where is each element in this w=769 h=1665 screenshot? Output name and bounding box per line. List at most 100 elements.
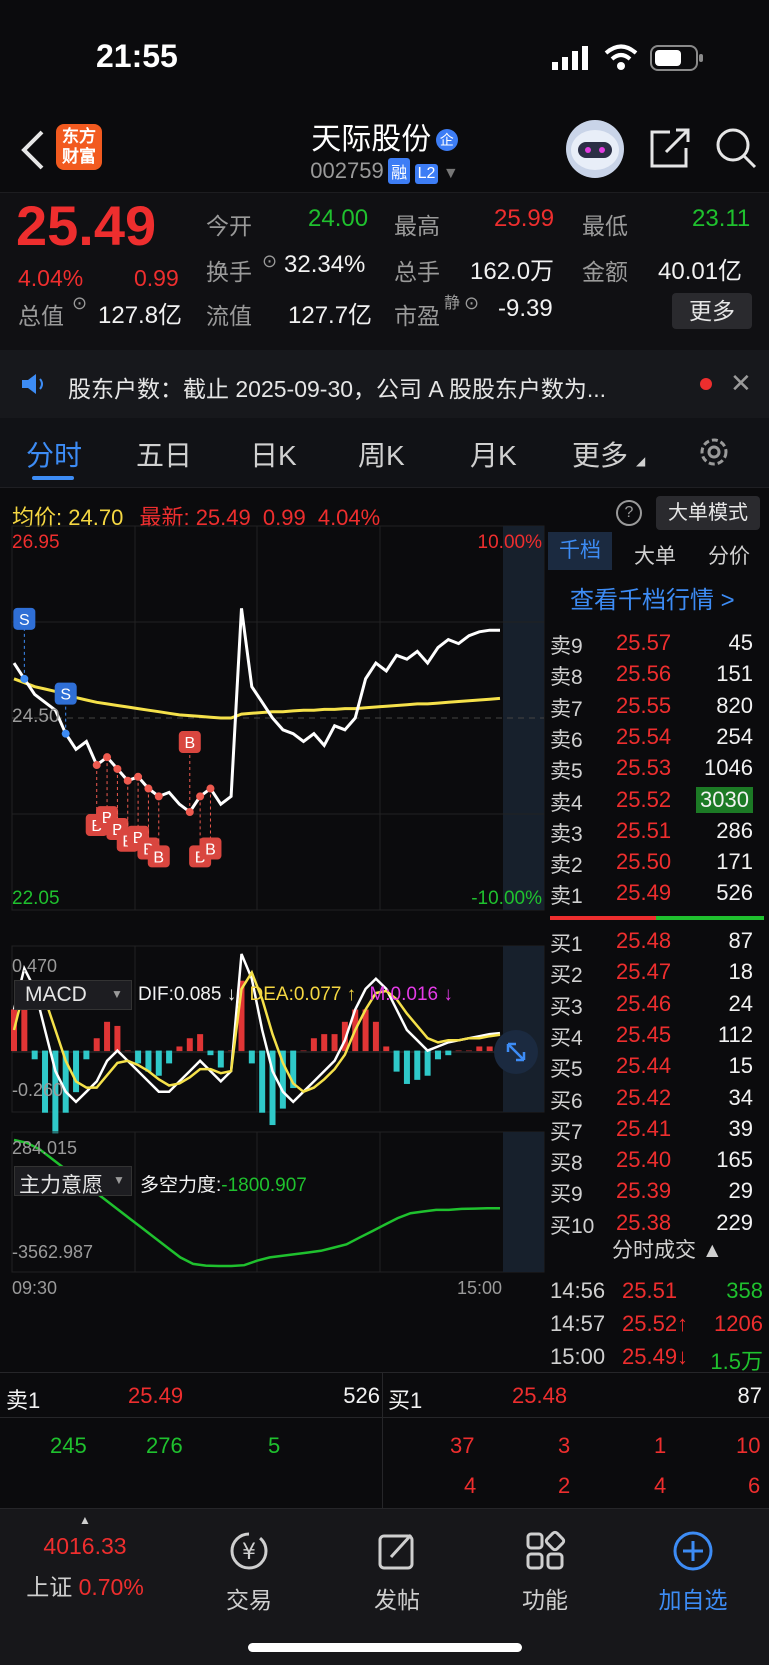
macd-bar (104, 1021, 111, 1052)
unread-dot (700, 378, 712, 390)
buy-marker-label: B (205, 842, 216, 859)
tab-more[interactable]: 更多 (572, 434, 628, 474)
dropdown-caret-icon: ▼ (111, 987, 123, 1001)
notice-bar[interactable]: 股东户数：截止 2025-09-30，公司 A 股股东户数为... ✕ (0, 350, 769, 418)
tab-weekly-k[interactable]: 周K (358, 434, 405, 474)
buy-marker-label: B (153, 849, 164, 866)
float-label: 流值 (206, 303, 252, 329)
tab-daily-k[interactable]: 日K (250, 434, 297, 474)
y-mid-label: 24.50 (12, 706, 60, 727)
depth-tab-fenjia[interactable]: 分价 (708, 540, 750, 570)
macd-bar (93, 1038, 100, 1052)
mktcap-label: 总值 (18, 303, 64, 329)
l1-right-r2a: 4 (464, 1473, 477, 1498)
macd-bar (21, 1009, 28, 1052)
bottom-nav: ▲ 4016.33 上证 0.70% ¥ 交易 发帖 功能 加自选 (0, 1508, 769, 1665)
share-icon[interactable] (648, 126, 692, 170)
tab-intraday[interactable]: 分时 (26, 434, 82, 474)
change-pct: 4.04% (18, 265, 84, 291)
marker-dot (154, 792, 163, 801)
settings-gear-icon[interactable] (696, 434, 732, 470)
yuan-exchange-icon: ¥ (174, 1529, 324, 1573)
trades-title[interactable]: 分时成交 ▲ (612, 1234, 723, 1264)
macd-bar (114, 1025, 121, 1052)
x-end-label: 15:00 (457, 1278, 502, 1298)
info-dots-icon[interactable]: ⊙ (72, 293, 87, 314)
macd-bar (393, 1050, 400, 1072)
macd-bar (465, 1050, 472, 1052)
chart-tabs: 分时 五日 日K 周K 月K 更多 ◢ (0, 418, 769, 488)
zhuli-selector[interactable]: 主力意愿 ▼ (14, 1166, 132, 1197)
macd-values: DIF:0.085 ↓ DEA:0.077 ↑ M:0.016 ↓ (138, 984, 453, 1005)
notice-text: 股东户数：截止 2025-09-30，公司 A 股股东户数为... (68, 376, 607, 402)
l1-right-r2c: 4 (654, 1473, 667, 1498)
robot-avatar-icon[interactable] (566, 120, 624, 178)
macd-bar (217, 1050, 224, 1068)
nav-trade[interactable]: ¥ 交易 (174, 1509, 324, 1615)
tab-more-caret-icon: ◢ (636, 454, 646, 468)
zhuli-top-label: 284.015 (12, 1138, 77, 1158)
macd-bar (372, 1021, 379, 1052)
l1-buy-vol: 87 (737, 1383, 762, 1408)
expand-icon[interactable] (494, 1030, 538, 1074)
mktcap-value: 127.8亿 (98, 302, 183, 329)
tab-five-day[interactable]: 五日 (136, 434, 192, 474)
l1-right-r1c: 1 (654, 1433, 667, 1458)
nav-post[interactable]: 发帖 (322, 1509, 472, 1615)
turnover-label: 换手 (206, 259, 252, 285)
sell-marker-label: S (60, 687, 71, 704)
l1-right-r2d: 6 (748, 1473, 761, 1498)
signal-icon (552, 46, 592, 70)
marker-dot (206, 784, 215, 793)
macd-bar (445, 1050, 452, 1056)
nav-index[interactable]: ▲ 4016.33 上证 0.70% (10, 1509, 160, 1602)
macd-bar (83, 1050, 90, 1060)
amount-label: 金额 (582, 259, 628, 285)
macd-bar (321, 1034, 328, 1052)
macd-bar (155, 1050, 162, 1076)
macd-bar (124, 1050, 131, 1052)
grid-apps-icon (470, 1529, 620, 1573)
open-label: 今开 (206, 213, 252, 239)
index-pct: 0.70% (78, 1574, 144, 1600)
marker-dot (20, 674, 29, 683)
macd-bar (455, 1050, 462, 1052)
pct-bottom-label: -10.00% (471, 888, 542, 909)
nav-add-watchlist[interactable]: 加自选 (618, 1509, 768, 1615)
marker-dot (61, 729, 70, 738)
quote-panel: 25.49 4.04% 0.99 今开 24.00 最高 25.99 最低 23… (0, 192, 769, 350)
search-icon[interactable] (714, 126, 758, 170)
macd-selector[interactable]: MACD ▼ (14, 980, 132, 1010)
macd-bar (248, 1050, 255, 1064)
tab-monthly-k[interactable]: 月K (470, 434, 517, 474)
caret-down-icon[interactable]: ▼ (443, 165, 459, 182)
info-dots-icon[interactable]: ⊙ (262, 251, 277, 272)
view-qiandang-link[interactable]: 查看千档行情 > (570, 580, 735, 615)
plus-circle-icon (618, 1529, 768, 1573)
l1-sell-vol: 526 (343, 1383, 380, 1408)
battery-icon (650, 44, 704, 72)
index-value: 4016.33 (43, 1533, 127, 1559)
depth-tab-dadan[interactable]: 大单 (634, 540, 676, 570)
rong-badge: 融 (388, 158, 411, 184)
nav-function[interactable]: 功能 (470, 1509, 620, 1615)
high-value: 25.99 (494, 205, 555, 232)
macd-bar (11, 1009, 17, 1052)
macd-bar (300, 1050, 307, 1052)
depth-tab-qiandang[interactable]: 千档 (548, 532, 612, 570)
speaker-icon (20, 372, 50, 396)
x-start-label: 09:30 (12, 1278, 57, 1298)
edit-icon (322, 1529, 472, 1573)
more-button[interactable]: 更多 (672, 293, 752, 329)
last-price: 25.49 (16, 194, 157, 257)
float-value: 127.7亿 (288, 302, 373, 329)
turnover-value: 32.34% (284, 251, 366, 278)
close-icon[interactable]: ✕ (730, 368, 752, 399)
marker-dot (123, 776, 132, 785)
macd-bar (434, 1050, 441, 1060)
l1-sell-label: 卖1 (6, 1388, 41, 1413)
info-dots-icon[interactable]: ⊙ (464, 293, 479, 314)
low-value: 23.11 (692, 205, 751, 232)
book-divider (550, 916, 764, 920)
y-bottom-label: 22.05 (12, 888, 60, 909)
